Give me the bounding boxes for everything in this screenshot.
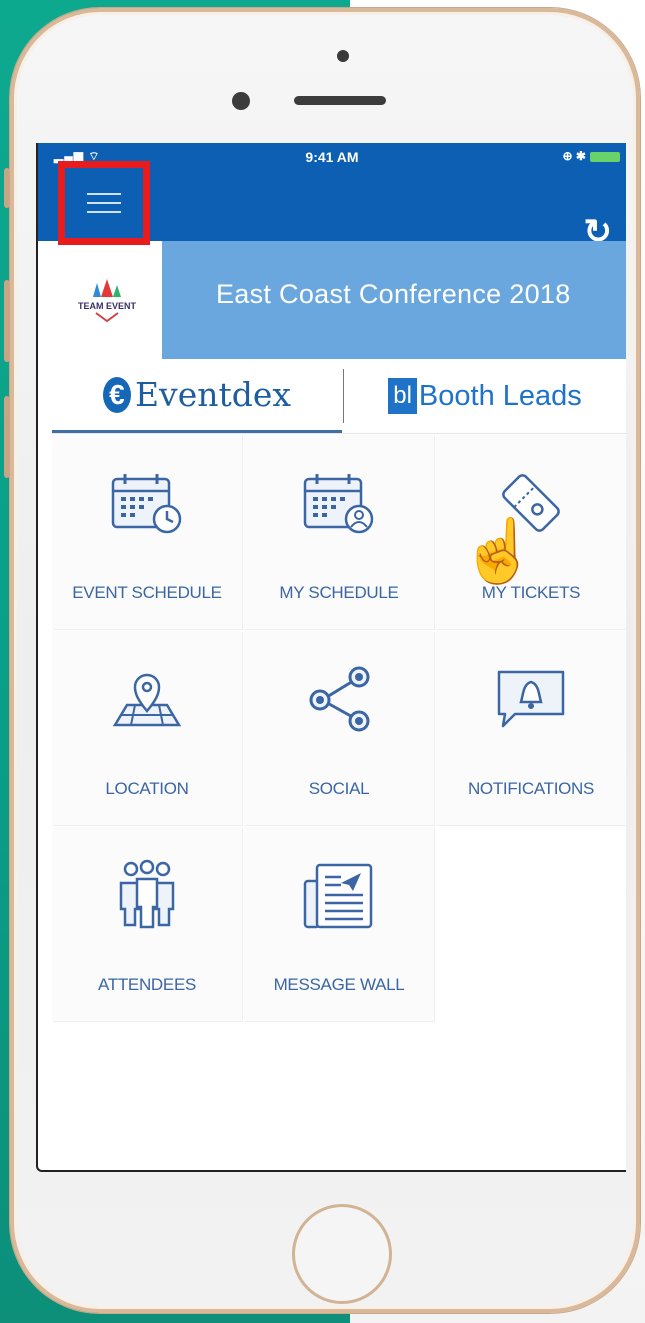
home-button[interactable]	[292, 1204, 392, 1304]
logo-accent-icon	[95, 312, 119, 323]
mute-switch	[4, 168, 10, 208]
tile-social[interactable]: SOCIAL	[244, 631, 434, 825]
hamburger-icon-line	[87, 193, 121, 195]
tab-booth-leads-label: Booth Leads	[418, 379, 582, 412]
booth-leads-logo-icon: bl	[388, 378, 417, 414]
newspaper-icon	[244, 855, 434, 935]
hamburger-icon-line	[87, 211, 121, 213]
hand-pointer-icon: ☝	[460, 517, 538, 586]
front-sensor	[337, 50, 349, 62]
volume-up-button	[4, 280, 10, 362]
volume-down-button	[4, 396, 10, 478]
event-title: East Coast Conference 2018	[216, 279, 571, 309]
tile-location[interactable]: LOCATION	[52, 631, 242, 825]
share-icon	[244, 659, 434, 739]
calendar-user-icon	[244, 463, 434, 543]
map-pin-icon	[52, 659, 242, 739]
front-camera	[232, 92, 250, 110]
battery-icon	[590, 151, 620, 162]
tile-label: SOCIAL	[308, 779, 370, 798]
tile-label: NOTIFICATIONS	[467, 779, 595, 798]
calendar-clock-icon	[52, 463, 242, 543]
tile-label: MESSAGE WALL	[273, 975, 405, 994]
tab-bar: € Eventdex bl Booth Leads	[52, 359, 626, 434]
tile-my-schedule[interactable]: MY SCHEDULE	[244, 435, 434, 629]
hamburger-menu-button[interactable]	[58, 161, 150, 245]
hamburger-icon-line	[87, 202, 121, 204]
tile-message-wall[interactable]: MESSAGE WALL	[244, 827, 434, 1021]
status-right: ⊕ ✱	[563, 149, 620, 163]
tile-label: MY SCHEDULE	[279, 583, 399, 602]
tile-event-schedule[interactable]: EVENT SCHEDULE	[52, 435, 242, 629]
earpiece-speaker	[294, 96, 386, 105]
eventdex-logo-icon: €	[102, 376, 131, 413]
people-icon	[52, 855, 242, 935]
tile-label: MY TICKETS	[481, 583, 581, 602]
tab-eventdex[interactable]: € Eventdex	[52, 359, 342, 433]
status-icons: ⊕ ✱	[562, 149, 586, 163]
logo-mark-icon	[93, 279, 121, 297]
tile-label: EVENT SCHEDULE	[72, 583, 222, 602]
tab-eventdex-label: Eventdex	[134, 375, 292, 414]
logo-text: TEAM EVENT	[77, 301, 136, 311]
bell-icon	[436, 659, 626, 739]
tile-label: LOCATION	[105, 779, 189, 798]
tile-label: ATTENDEES	[97, 975, 197, 994]
tab-booth-leads[interactable]: bl Booth Leads	[344, 359, 626, 433]
tile-notifications[interactable]: NOTIFICATIONS	[436, 631, 626, 825]
event-logo: TEAM EVENT	[52, 241, 162, 359]
event-banner: TEAM EVENT East Coast Conference 2018	[52, 241, 626, 359]
tile-attendees[interactable]: ATTENDEES	[52, 827, 242, 1021]
app-screen: ▂▄▆ ⌔ 9:41 AM ⊕ ✱ ↻ TEAM EVENT East Coas…	[36, 143, 626, 1172]
